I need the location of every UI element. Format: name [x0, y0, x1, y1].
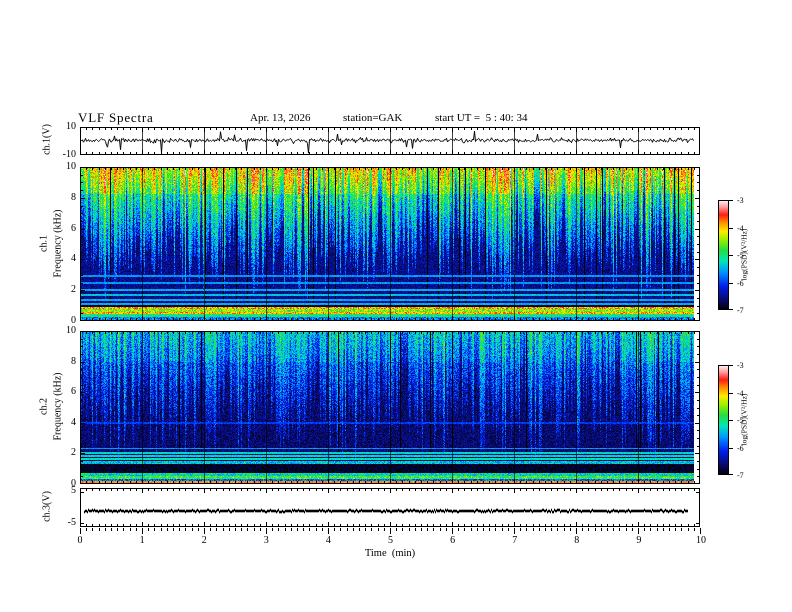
colorbar-tick-label: -3 [737, 196, 744, 205]
ch1-waveform-panel [80, 127, 700, 155]
colorbar-tick-label: -4 [737, 388, 744, 398]
ch1-spec-ytick: 2 [71, 284, 76, 296]
ch1-voltage-axis-label: ch.1(V) [41, 124, 53, 155]
colorbar-tick-label: -7 [737, 306, 744, 315]
start-ut-label: start UT = 5 : 40: 34 [435, 112, 528, 124]
ch3-waveform-panel [80, 488, 700, 527]
colorbar-tick-label: -6 [737, 278, 744, 288]
colorbar-tick-label: -5 [737, 251, 744, 260]
ch2-spec-ytick: 4 [71, 416, 76, 428]
ch2-spec-ytick: 8 [71, 355, 76, 367]
station-label: station=GAK [343, 112, 403, 124]
x-tick-label: 2 [201, 535, 207, 546]
ch1-wave-ytick: 10 [66, 121, 76, 132]
colorbar-tick-label: -7 [737, 471, 744, 480]
ch1-colorbar [718, 200, 734, 310]
ch2-spec-ytick: 6 [71, 386, 76, 398]
ch2-spectrogram-panel [80, 331, 700, 484]
x-tick-label: 0 [77, 535, 83, 546]
ch1-spec-ytick: 6 [71, 222, 76, 234]
x-tick-label: 7 [512, 535, 518, 546]
time-axis-title: Time (min) [364, 548, 416, 559]
colorbar-tick-label: -6 [737, 443, 744, 453]
x-tick-label: 4 [325, 535, 331, 546]
x-tick-label: 8 [574, 535, 580, 546]
colorbar-tick-label: -4 [737, 223, 744, 233]
ch3-voltage-axis-label: ch.3(V) [41, 491, 53, 522]
x-tick-label: 9 [636, 535, 642, 546]
x-tick-label: 10 [696, 535, 706, 546]
vlf-spectra-figure: VLF Spectra Apr. 13, 2026 station=GAK st… [0, 0, 792, 612]
plot-title: VLF Spectra [78, 110, 154, 125]
ch1-wave-ytick: -10 [62, 149, 76, 160]
ch1-spec-ytick: 4 [71, 253, 76, 265]
colorbar-tick-label: -3 [737, 361, 744, 370]
ch2-spec-ytick: 10 [66, 325, 76, 336]
ch2-colorbar [718, 365, 734, 475]
date-label: Apr. 13, 2026 [250, 112, 311, 124]
ch1-channel-label: ch.1 [38, 235, 50, 252]
ch3-wave-ytick: 5 [71, 485, 76, 496]
x-tick-label: 5 [388, 535, 393, 546]
x-tick-label: 6 [450, 535, 456, 546]
x-tick-label: 3 [263, 535, 269, 546]
ch2-spec-ytick: 2 [71, 447, 76, 459]
ch1-spec-ytick: 10 [66, 161, 76, 172]
colorbar-tick-label: -5 [737, 416, 744, 425]
ch3-wave-ytick: -5 [67, 517, 76, 528]
x-tick-label: 1 [139, 535, 145, 546]
ch1-spectrogram-panel [80, 167, 700, 321]
ch1-spec-ytick: 8 [71, 191, 76, 203]
